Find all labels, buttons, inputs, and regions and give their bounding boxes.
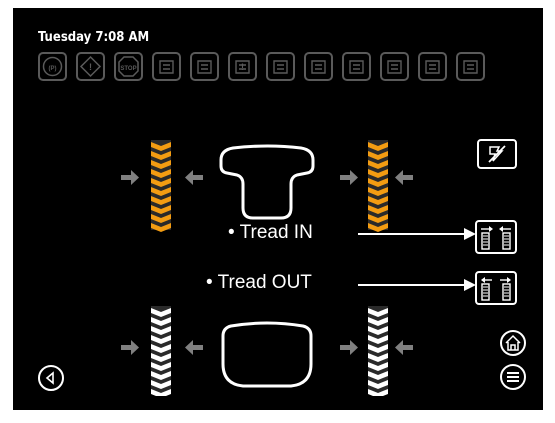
transmission-warning-icon: ! — [228, 52, 257, 81]
tread-out-pointer — [358, 284, 466, 286]
tread-in-button[interactable] — [475, 220, 517, 254]
back-arrow-icon — [45, 371, 54, 385]
fuel-filter-icon — [152, 52, 181, 81]
air-filter-icon — [456, 52, 485, 81]
display-screen: Tuesday 7:08 AM (P)! STOP! — [13, 8, 543, 410]
svg-text:STOP: STOP — [120, 66, 136, 72]
hydraulic-filter-icon — [380, 52, 409, 81]
parking-brake-icon: (P) — [38, 52, 67, 81]
tread-in-icon — [481, 226, 511, 250]
master-warning-icon: ! — [76, 52, 105, 81]
steering-mode-button[interactable] — [477, 139, 517, 169]
back-button[interactable] — [38, 365, 64, 391]
tread-out-pointer-head — [464, 279, 476, 291]
tread-out-callout: • Tread OUT — [206, 272, 312, 293]
coolant-temp-icon — [190, 52, 219, 81]
tread-out-icon — [481, 277, 511, 301]
menu-button[interactable] — [500, 364, 526, 390]
tire-rear-left — [151, 306, 171, 396]
tread-diagram-top — [121, 140, 413, 232]
tread-in-callout: • Tread IN — [228, 222, 313, 243]
date-time: Tuesday 7:08 AM — [38, 30, 150, 45]
transmission-filter-icon — [266, 52, 295, 81]
engine-oil-icon — [418, 52, 447, 81]
svg-text:(P): (P) — [49, 66, 57, 72]
tread-out-button[interactable] — [475, 271, 517, 305]
menu-icon — [507, 372, 519, 382]
tread-diagram-bottom — [121, 306, 413, 396]
transmission-temp-icon — [304, 52, 333, 81]
no-steering-icon — [488, 145, 506, 163]
stop-icon: STOP — [114, 52, 143, 81]
tire-front-left — [151, 140, 171, 232]
tread-in-pointer — [358, 233, 466, 235]
svg-text:!: ! — [241, 62, 244, 72]
tire-rear-right — [368, 306, 388, 396]
tread-in-pointer-head — [464, 228, 476, 240]
home-button[interactable] — [500, 330, 526, 356]
hydraulic-temp-icon — [342, 52, 371, 81]
svg-text:!: ! — [89, 62, 92, 72]
tire-front-right — [368, 140, 388, 232]
home-icon — [505, 334, 521, 351]
